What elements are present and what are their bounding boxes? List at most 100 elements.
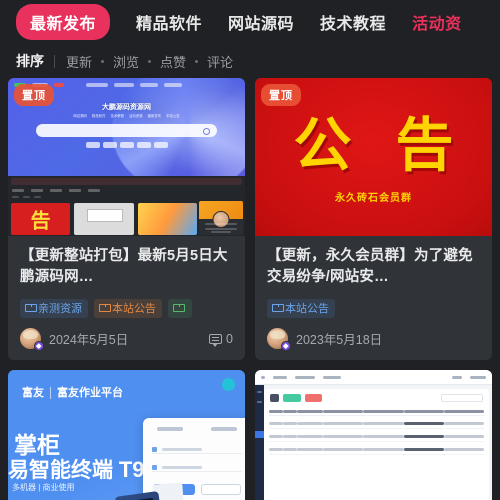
pinned-badge: 置顶 [261,84,301,106]
card-grid-row-2: 富友 富友作业平台 掌柜 易智能终端 T9 多机器 | 商业使用 [0,370,500,500]
post-card[interactable]: 富友 富友作业平台 掌柜 易智能终端 T9 多机器 | 商业使用 [8,370,245,500]
table-row [269,431,484,443]
thumb-admin-toolbar [270,394,322,403]
thumb-table-col [403,410,444,414]
vip-diamond-icon [281,341,291,352]
nav-item-tutorials[interactable]: 技术教程 [320,10,386,34]
card-title[interactable]: 【更新，永久会员群】为了避免交易纷争/网站安… [267,246,480,288]
thumb-table-cell [283,447,297,451]
thumb-notice-bar [11,177,242,185]
thumb-table-cell [323,434,364,438]
thumb-sidebar-widget [199,200,243,235]
card-tag-list: 本站公告 [267,299,480,319]
thumb-sidebar-avatar [212,210,230,228]
nav-item-software[interactable]: 精品软件 [136,10,202,34]
thumb-menu-item [50,188,62,192]
sort-option-comments[interactable]: 评论 [207,52,233,71]
card-body: 【更新整站打包】最新5月5日大鹏源码网… 亲测资源 本站公告 2024年5月5日… [8,236,245,360]
thumb-admin-search-input [441,394,483,403]
folder-icon [272,303,284,313]
card-grid-row-1: 置顶 大鹏源码资源网 网站源码 精品软件 技术教程 活动资源 最新发布 本站公告… [0,78,500,361]
card-thumbnail[interactable]: 富友 富友作业平台 掌柜 易智能终端 T9 多机器 | 商业使用 [8,370,245,500]
thumb-admin-sidebar [255,385,264,500]
card-thumbnail[interactable] [255,370,492,500]
thumb-submenu-item [34,195,41,198]
thumb-inner-card-doc [74,202,134,235]
thumb-subnav-item: 活动资源 [129,114,143,118]
card-comment-count[interactable]: 0 [209,331,233,347]
thumb-chip-icon [164,83,182,87]
card-tag-overflow[interactable] [168,299,192,319]
thumb-admin-topbar [255,370,492,386]
thumb-menu-item [69,188,81,192]
thumb-panel-tabs [143,427,245,432]
thumbnail-pos-ad: 富友 富友作业平台 掌柜 易智能终端 T9 多机器 | 商业使用 [8,370,245,500]
sort-divider [54,54,55,68]
thumb-sidebar-item [257,401,262,404]
post-card[interactable]: 置顶 公 告 永久砖石会员群 【更新，永久会员群】为了避免交易纷争/网站安… 本… [255,78,492,361]
top-navigation: 最新发布 精品软件 网站源码 技术教程 活动资 [0,0,500,44]
sort-option-update[interactable]: 更新 [66,52,92,71]
card-tag-tested-resource[interactable]: 亲测资源 [20,299,88,319]
thumb-tag-icon [85,142,100,148]
thumb-panel-secondary-button [201,484,241,496]
sort-option-views[interactable]: 浏览 [113,52,139,71]
thumb-table-cell [403,447,444,451]
thumb-breadcrumb-item [273,375,287,379]
thumb-menu-item [31,188,43,192]
sort-bar: 排序 更新 浏览 点赞 评论 [0,44,500,78]
card-tag-label: 本站公告 [285,303,329,316]
thumb-table-cell [269,421,283,425]
post-card[interactable]: 置顶 大鹏源码资源网 网站源码 精品软件 技术教程 活动资源 最新发布 本站公告… [8,78,245,361]
thumb-headline-3: 多机器 | 商业使用 [12,483,75,493]
thumbnail-admin-table [255,370,492,500]
thumb-submenu-item [12,195,19,198]
thumb-submenu-row [12,195,41,198]
thumb-tag-icon [136,142,151,148]
card-thumbnail[interactable]: 置顶 公 告 永久砖石会员群 [255,78,492,236]
thumb-tag-icon [153,142,168,148]
thumb-breadcrumb-item [295,375,315,379]
thumb-body-section [8,175,245,236]
thumb-toolbar-button [270,394,279,403]
thumb-menu-item [12,188,24,192]
thumb-topbar-action [470,375,486,379]
thumb-table-cell [283,421,297,425]
nav-item-activity[interactable]: 活动资 [412,10,462,34]
thumb-table-cell [323,421,364,425]
sort-option-likes[interactable]: 点赞 [160,52,186,71]
thumb-tag-icon [102,142,117,148]
thumb-chip-icon [54,83,64,87]
nav-item-site-source[interactable]: 网站源码 [228,10,294,34]
thumb-panel-tab [157,427,183,432]
card-thumbnail[interactable]: 置顶 大鹏源码资源网 网站源码 精品软件 技术教程 活动资源 最新发布 本站公告… [8,78,245,236]
thumb-submenu-item [23,195,30,198]
thumb-table-col [269,410,283,414]
post-card[interactable] [255,370,492,500]
card-meta: 2023年5月18日 [267,328,480,352]
thumb-breadcrumb-item [323,375,341,379]
thumb-table-cell [269,447,283,451]
thumb-table-cell [403,421,444,425]
nav-item-latest[interactable]: 最新发布 [16,4,111,40]
thumb-sidebar-banner [199,200,243,228]
card-tag-site-notice[interactable]: 本站公告 [267,299,335,319]
poster-headline: 公 告 [293,112,468,178]
card-meta: 2024年5月5日 0 [20,328,233,352]
avatar[interactable] [267,328,291,352]
card-body: 【更新，永久会员群】为了避免交易纷争/网站安… 本站公告 2023年5月18日 [255,236,492,360]
card-title[interactable]: 【更新整站打包】最新5月5日大鹏源码网… [20,246,233,288]
thumb-table-cell [297,421,323,425]
card-date: 2023年5月18日 [296,333,383,348]
card-tag-site-notice[interactable]: 本站公告 [94,299,162,319]
thumb-panel-tab [211,427,237,432]
thumb-headline-2: 易智能终端 T9 [8,454,145,484]
thumb-table-col [323,410,364,414]
thumb-table-col [443,410,484,414]
thumb-subnav-item: 网站源码 [73,114,87,118]
avatar[interactable] [20,328,44,352]
card-comment-number: 0 [226,331,233,346]
thumb-subnav-item: 本站公告 [166,114,180,118]
folder-icon [173,303,185,313]
thumb-table-col [363,410,404,414]
